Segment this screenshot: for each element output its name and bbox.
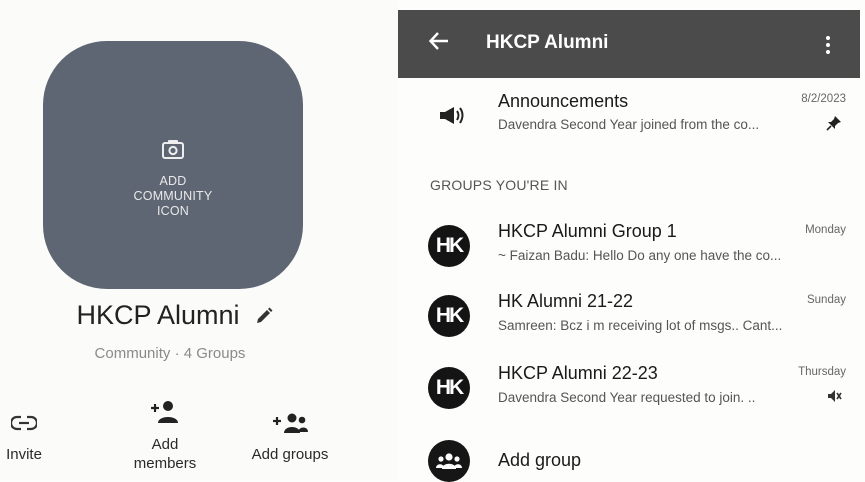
group-name: HKCP Alumni 22-23 xyxy=(498,363,658,383)
group-preview: ~ Faizan Badu: Hello Do any one have the… xyxy=(498,248,782,263)
community-name: HKCP Alumni xyxy=(76,300,240,330)
group-name: HK Alumni 21-22 xyxy=(498,291,634,311)
header-bar: HKCP Alumni xyxy=(398,10,860,78)
icon-label-line: ADD xyxy=(159,174,187,188)
group-add-icon xyxy=(271,412,309,445)
kebab-menu-icon[interactable] xyxy=(818,30,838,60)
invite-label: Invite xyxy=(6,446,42,463)
group-preview: Samreen: Bcz i m receiving lot of msgs..… xyxy=(498,318,783,333)
add-group-row[interactable]: Add group xyxy=(398,438,860,482)
pin-icon xyxy=(826,115,842,136)
section-groups-label: GROUPS YOU'RE IN xyxy=(430,177,568,193)
group-avatar: HK xyxy=(428,295,470,337)
pencil-icon[interactable] xyxy=(254,306,274,326)
header-title: HKCP Alumni xyxy=(486,32,609,53)
megaphone-icon xyxy=(438,105,468,130)
muted-icon xyxy=(826,388,842,409)
icon-label-line: ICON xyxy=(156,204,190,218)
group-time: Monday xyxy=(805,224,846,236)
person-add-icon xyxy=(148,400,182,435)
group-avatar: HK xyxy=(428,225,470,267)
community-groups-panel: HKCP Alumni Announcements 8/2/2023 Daven… xyxy=(398,0,865,482)
community-subtitle: Community · 4 Groups xyxy=(94,345,246,362)
icon-label-line: COMMUNITY xyxy=(133,189,213,203)
announcements-row[interactable]: Announcements 8/2/2023 Davendra Second Y… xyxy=(398,85,860,147)
invite-action[interactable]: Invite xyxy=(0,412,48,464)
camera-icon xyxy=(162,139,184,164)
group-row[interactable]: HK HK Alumni 21-22 Sunday Samreen: Bcz i… xyxy=(398,285,860,347)
link-icon xyxy=(9,412,39,445)
announcements-preview: Davendra Second Year joined from the co.… xyxy=(498,117,760,132)
group-time: Sunday xyxy=(806,294,846,306)
group-row[interactable]: HK HKCP Alumni 22-23 Thursday Davendra S… xyxy=(398,357,860,419)
group-preview: Davendra Second Year requested to join. … xyxy=(498,390,756,405)
announcements-date: 8/2/2023 xyxy=(801,93,846,105)
community-info-panel: ADD COMMUNITY ICON HKCP Alumni Community… xyxy=(0,0,400,480)
add-members-label-line: Add xyxy=(151,436,179,453)
add-community-icon-button[interactable]: ADD COMMUNITY ICON xyxy=(43,41,303,289)
add-group-icon xyxy=(428,440,470,482)
announcements-title: Announcements xyxy=(498,91,629,111)
group-avatar: HK xyxy=(428,367,470,409)
add-members-action[interactable]: Add members xyxy=(120,400,210,473)
back-arrow-icon[interactable] xyxy=(428,30,450,57)
group-time: Thursday xyxy=(798,366,846,378)
community-name-row: HKCP Alumni xyxy=(0,300,350,331)
group-name: HKCP Alumni Group 1 xyxy=(498,221,677,241)
add-group-label: Add group xyxy=(498,450,582,470)
add-members-label-line: members xyxy=(133,455,197,472)
add-groups-label: Add groups xyxy=(251,446,329,463)
add-groups-action[interactable]: Add groups xyxy=(240,412,340,464)
add-community-icon-label: ADD COMMUNITY ICON xyxy=(134,174,213,219)
group-row[interactable]: HK HKCP Alumni Group 1 Monday ~ Faizan B… xyxy=(398,215,860,277)
